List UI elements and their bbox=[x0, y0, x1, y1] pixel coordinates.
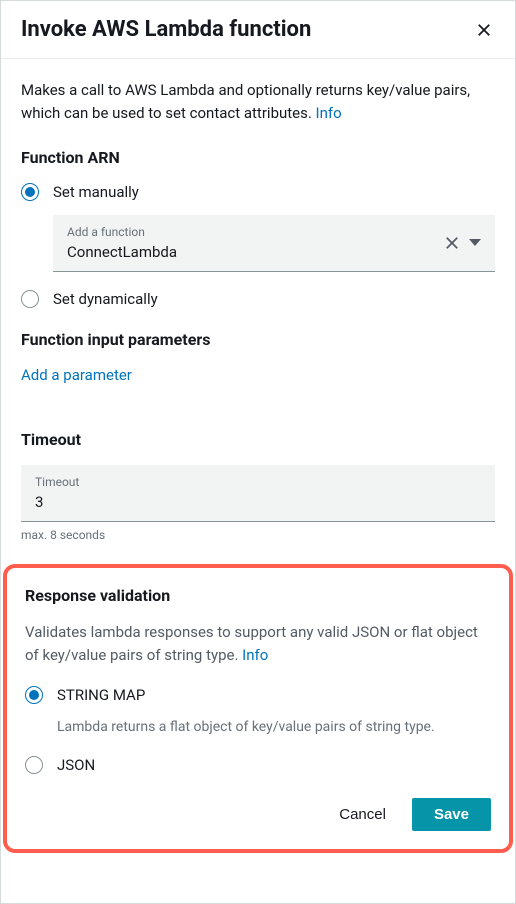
timeout-input[interactable]: Timeout 3 bbox=[21, 465, 495, 522]
input-params-section: Function input parameters Add a paramete… bbox=[21, 330, 495, 408]
radio-button-selected-icon bbox=[25, 686, 43, 704]
panel-header: Invoke AWS Lambda function bbox=[1, 1, 515, 59]
cancel-button[interactable]: Cancel bbox=[327, 798, 398, 831]
function-dropdown-text: Add a function ConnectLambda bbox=[67, 225, 177, 261]
response-info-link[interactable]: Info bbox=[242, 646, 268, 664]
invoke-lambda-panel: Invoke AWS Lambda function Makes a call … bbox=[0, 0, 516, 904]
add-parameter-link[interactable]: Add a parameter bbox=[21, 366, 132, 384]
timeout-hint: max. 8 seconds bbox=[21, 528, 495, 542]
close-button[interactable] bbox=[473, 19, 495, 41]
radio-button-unselected-icon bbox=[25, 756, 43, 774]
chevron-down-icon[interactable] bbox=[469, 239, 481, 247]
timeout-title: Timeout bbox=[21, 430, 495, 449]
string-map-desc: Lambda returns a flat object of key/valu… bbox=[57, 718, 491, 738]
function-dropdown[interactable]: Add a function ConnectLambda bbox=[53, 215, 495, 272]
clear-icon[interactable] bbox=[445, 236, 459, 250]
radio-set-manually[interactable]: Set manually bbox=[21, 183, 495, 201]
radio-button-selected-icon bbox=[21, 183, 39, 201]
timeout-input-label: Timeout bbox=[35, 475, 481, 489]
response-validation-title: Response validation bbox=[25, 586, 491, 605]
panel-body: Makes a call to AWS Lambda and optionall… bbox=[1, 59, 515, 903]
response-validation-highlight: Response validation Validates lambda res… bbox=[3, 564, 513, 853]
function-dropdown-icons bbox=[445, 236, 481, 250]
function-dropdown-label: Add a function bbox=[67, 225, 177, 239]
response-validation-desc: Validates lambda responses to support an… bbox=[25, 621, 491, 666]
radio-string-map[interactable]: STRING MAP bbox=[25, 686, 491, 704]
function-dropdown-value: ConnectLambda bbox=[67, 243, 177, 261]
close-icon bbox=[477, 23, 491, 37]
panel-description: Makes a call to AWS Lambda and optionall… bbox=[21, 79, 495, 124]
json-label: JSON bbox=[57, 756, 95, 774]
string-map-label: STRING MAP bbox=[57, 686, 145, 704]
panel-title: Invoke AWS Lambda function bbox=[21, 17, 311, 42]
radio-json[interactable]: JSON bbox=[25, 756, 491, 774]
input-params-title: Function input parameters bbox=[21, 330, 495, 349]
save-button[interactable]: Save bbox=[412, 798, 491, 831]
footer-actions: Cancel Save bbox=[25, 798, 491, 831]
radio-set-dynamically[interactable]: Set dynamically bbox=[21, 290, 495, 308]
description-text: Makes a call to AWS Lambda and optionall… bbox=[21, 81, 470, 122]
timeout-input-value: 3 bbox=[35, 493, 481, 511]
function-arn-section: Function ARN Set manually Add a function… bbox=[21, 148, 495, 308]
timeout-section: Timeout Timeout 3 max. 8 seconds bbox=[21, 430, 495, 542]
function-arn-title: Function ARN bbox=[21, 148, 495, 167]
info-link[interactable]: Info bbox=[316, 104, 342, 122]
set-manually-label: Set manually bbox=[53, 183, 139, 201]
set-dynamically-label: Set dynamically bbox=[53, 290, 158, 308]
radio-button-unselected-icon bbox=[21, 290, 39, 308]
